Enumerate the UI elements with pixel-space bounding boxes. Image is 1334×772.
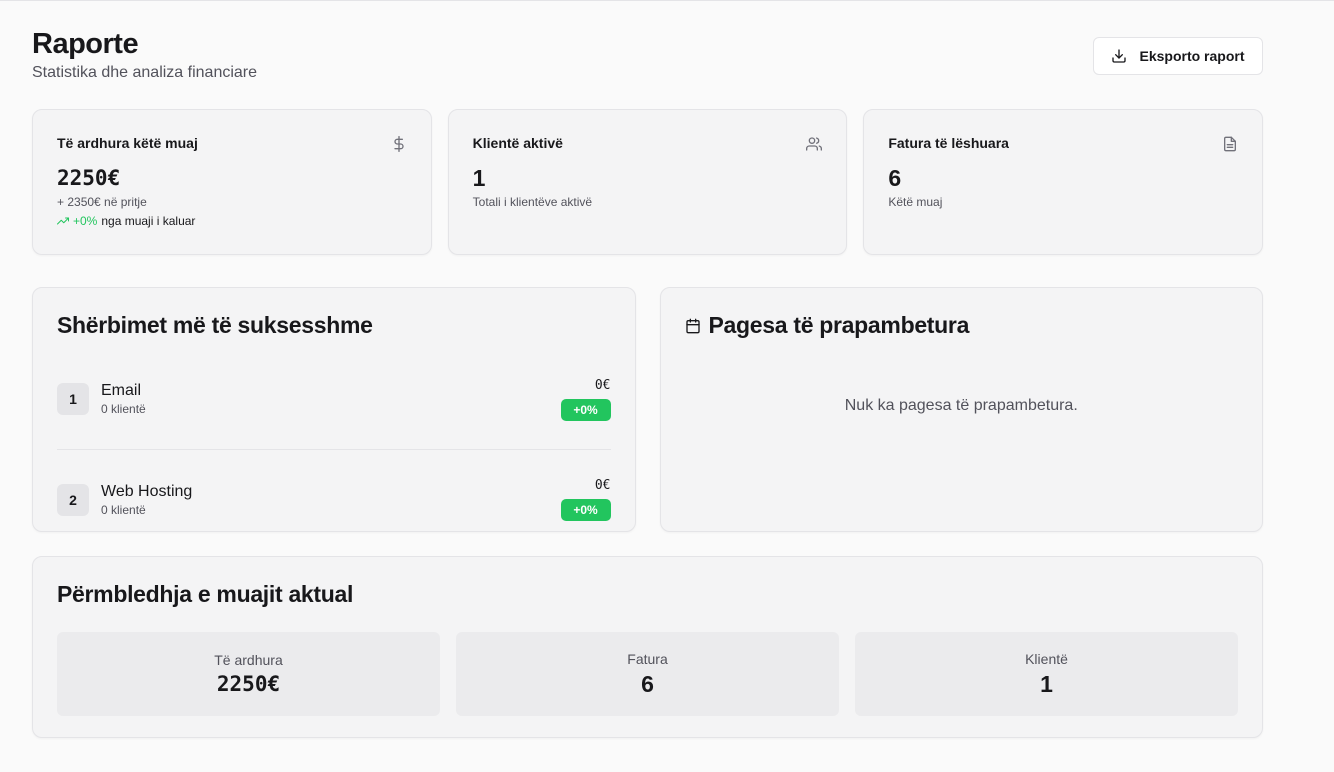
top-services-panel: Shërbimet më të suksesshme 1 Email 0 kli… (32, 287, 636, 532)
summary-value: 2250€ (216, 672, 281, 696)
service-rank: 2 (57, 483, 89, 516)
summary-grid: Të ardhura 2250€ Fatura 6 Klientë 1 (57, 632, 1238, 716)
panel-title: Përmbledhja e muajit aktual (57, 581, 354, 607)
service-clients: 0 klientë (101, 402, 146, 416)
page-header: Raporte Statistika dhe analiza financiar… (32, 26, 1263, 82)
stat-label: Të ardhura këtë muaj (57, 135, 198, 151)
service-metrics: 0€ +0% (560, 377, 611, 421)
stat-value: 6 (888, 165, 902, 191)
service-info: Email 0 klientë (101, 382, 146, 416)
calendar-icon (685, 318, 700, 333)
overdue-payments-panel: Pagesa të prapambetura Nuk ka pagesa të … (659, 287, 1263, 532)
stats-row: Të ardhura këtë muaj 2250€ + 2350€ në pr… (32, 109, 1264, 255)
summary-value: 1 (1040, 670, 1053, 697)
monthly-summary-panel: Përmbledhja e muajit aktual Të ardhura 2… (32, 556, 1263, 738)
top-divider (0, 0, 1334, 2)
download-icon (1112, 49, 1127, 63)
service-amount: 0€ (594, 478, 611, 493)
services-list: 1 Email 0 klientë 0€ +0% 2 Web Hosting 0… (57, 367, 611, 531)
trending-up-icon (57, 217, 69, 225)
page-title: Raporte (32, 28, 139, 60)
panel-title: Shërbimet më të suksesshme (57, 312, 373, 338)
service-name: Email (101, 382, 142, 399)
list-item: 2 Web Hosting 0 klientë 0€ +0% (57, 449, 611, 531)
page-subtitle: Statistika dhe analiza financiare (32, 64, 258, 81)
trend-value: +0% (73, 214, 98, 228)
file-text-icon (1224, 136, 1237, 152)
service-metrics: 0€ +0% (560, 478, 611, 521)
reports-page: Raporte Statistika dhe analiza financiar… (32, 26, 1264, 738)
stat-card-revenue: Të ardhura këtë muaj 2250€ + 2350€ në pr… (32, 109, 432, 255)
service-clients: 0 klientë (101, 502, 146, 517)
summary-label: Fatura (627, 650, 668, 667)
growth-badge: +0% (560, 398, 611, 421)
users-icon (806, 137, 823, 151)
stat-trend: +0% nga muaji i kaluar (57, 214, 407, 228)
service-rank: 1 (57, 383, 89, 415)
service-amount: 0€ (594, 377, 611, 393)
stat-label: Klientë aktivë (472, 135, 563, 151)
list-item: 1 Email 0 klientë 0€ +0% (57, 367, 611, 431)
service-info: Web Hosting 0 klientë (101, 483, 192, 517)
export-report-button[interactable]: Eksporto raport (1093, 37, 1263, 75)
summary-revenue: Të ardhura 2250€ (57, 632, 440, 716)
stat-value: 2250€ (57, 166, 121, 190)
stat-sub: Totali i klientëve aktivë (472, 195, 593, 209)
service-name: Web Hosting (101, 482, 193, 500)
dollar-icon (394, 136, 404, 152)
summary-invoices: Fatura 6 (456, 632, 839, 716)
summary-label: Klientë (1025, 650, 1068, 667)
stat-value: 1 (472, 165, 486, 191)
stat-sub: Këtë muaj (888, 195, 943, 209)
panel-title: Pagesa të prapambetura (708, 312, 970, 338)
stat-label: Fatura të lëshuara (888, 135, 1009, 151)
trend-text: nga muaji i kaluar (101, 214, 196, 228)
stat-sub: + 2350€ në pritje (57, 195, 147, 209)
summary-value: 6 (641, 670, 654, 697)
empty-state-text: Nuk ka pagesa të prapambetura. (844, 397, 1078, 414)
middle-row: Shërbimet më të suksesshme 1 Email 0 kli… (32, 287, 1263, 532)
summary-clients: Klientë 1 (855, 632, 1238, 716)
export-button-label: Eksporto raport (1139, 48, 1245, 64)
stat-card-invoices: Fatura të lëshuara 6 Këtë muaj (863, 109, 1264, 255)
stat-card-clients: Klientë aktivë 1 Totali i klientëve akti… (447, 109, 848, 255)
header-text: Raporte Statistika dhe analiza financiar… (32, 26, 257, 82)
panel-title-row: Pagesa të prapambetura (685, 312, 1239, 339)
growth-badge: +0% (560, 499, 611, 521)
summary-label: Të ardhura (214, 652, 283, 668)
